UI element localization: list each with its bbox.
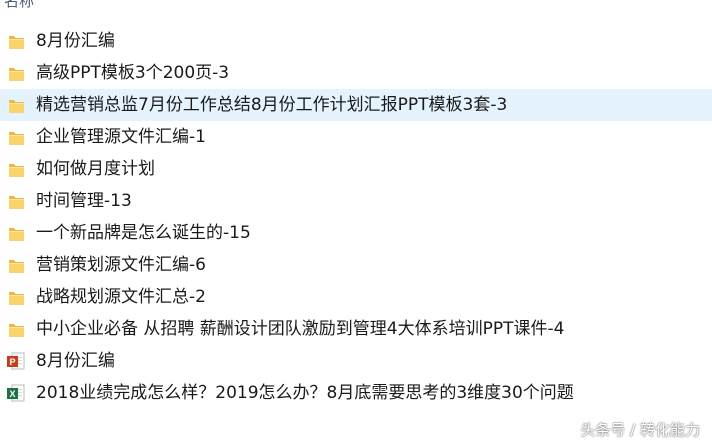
file-row[interactable]: 8月份汇编 bbox=[0, 25, 712, 57]
file-name: 8月份汇编 bbox=[36, 351, 115, 371]
folder-icon bbox=[8, 289, 25, 307]
folder-icon bbox=[8, 97, 25, 115]
file-name: 精选营销总监7月份工作总结8月份工作计划汇报PPT模板3套-3 bbox=[36, 95, 508, 115]
file-name: 一个新品牌是怎么诞生的-15 bbox=[36, 223, 251, 243]
file-row[interactable]: P 8月份汇编 bbox=[0, 345, 712, 377]
folder-icon bbox=[8, 257, 25, 275]
folder-icon bbox=[8, 225, 25, 243]
svg-text:P: P bbox=[9, 357, 15, 367]
file-name: 2018业绩完成怎么样？2019怎么办？8月底需要思考的3维度30个问题 bbox=[36, 383, 574, 403]
folder-icon bbox=[8, 129, 25, 147]
folder-icon bbox=[8, 65, 25, 83]
file-list: 8月份汇编 高级PPT模板3个200页-3 精选营销总监7月份工作总结8月份工作计划… bbox=[0, 25, 712, 409]
file-row[interactable]: 中小企业必备 从招聘 薪酬设计团队激励到管理4大体系培训PPT课件-4 bbox=[0, 313, 712, 345]
excel-file-icon: X bbox=[6, 383, 25, 402]
name-column-header[interactable]: 名称 bbox=[4, 0, 34, 11]
folder-icon bbox=[8, 161, 25, 179]
file-name: 时间管理-13 bbox=[36, 191, 132, 211]
folder-icon bbox=[8, 33, 25, 51]
file-row[interactable]: 战略规划源文件汇总-2 bbox=[0, 281, 712, 313]
file-row[interactable]: 如何做月度计划 bbox=[0, 153, 712, 185]
folder-icon bbox=[8, 321, 25, 339]
file-name: 企业管理源文件汇编-1 bbox=[36, 127, 206, 147]
file-row[interactable]: 时间管理-13 bbox=[0, 185, 712, 217]
file-row[interactable]: 营销策划源文件汇编-6 bbox=[0, 249, 712, 281]
file-row[interactable]: 高级PPT模板3个200页-3 bbox=[0, 57, 712, 89]
file-name: 8月份汇编 bbox=[36, 31, 115, 51]
file-explorer-window: 名称 8月份汇编 高级PPT模板3个200页-3 精选营销总监7月份工作总结8月份工… bbox=[0, 0, 712, 446]
folder-icon bbox=[8, 193, 25, 211]
file-row[interactable]: 企业管理源文件汇编-1 bbox=[0, 121, 712, 153]
file-name: 如何做月度计划 bbox=[36, 159, 155, 179]
powerpoint-file-icon: P bbox=[6, 351, 25, 370]
file-row[interactable]: X 2018业绩完成怎么样？2019怎么办？8月底需要思考的3维度30个问题 bbox=[0, 377, 712, 409]
svg-text:X: X bbox=[9, 389, 15, 399]
file-row[interactable]: 一个新品牌是怎么诞生的-15 bbox=[0, 217, 712, 249]
file-row[interactable]: 精选营销总监7月份工作总结8月份工作计划汇报PPT模板3套-3 bbox=[0, 89, 712, 121]
file-name: 高级PPT模板3个200页-3 bbox=[36, 63, 230, 83]
file-name: 中小企业必备 从招聘 薪酬设计团队激励到管理4大体系培训PPT课件-4 bbox=[36, 319, 565, 339]
watermark: 头条号 / 转化能力 bbox=[580, 421, 700, 439]
file-name: 战略规划源文件汇总-2 bbox=[36, 287, 206, 307]
file-name: 营销策划源文件汇编-6 bbox=[36, 255, 206, 275]
